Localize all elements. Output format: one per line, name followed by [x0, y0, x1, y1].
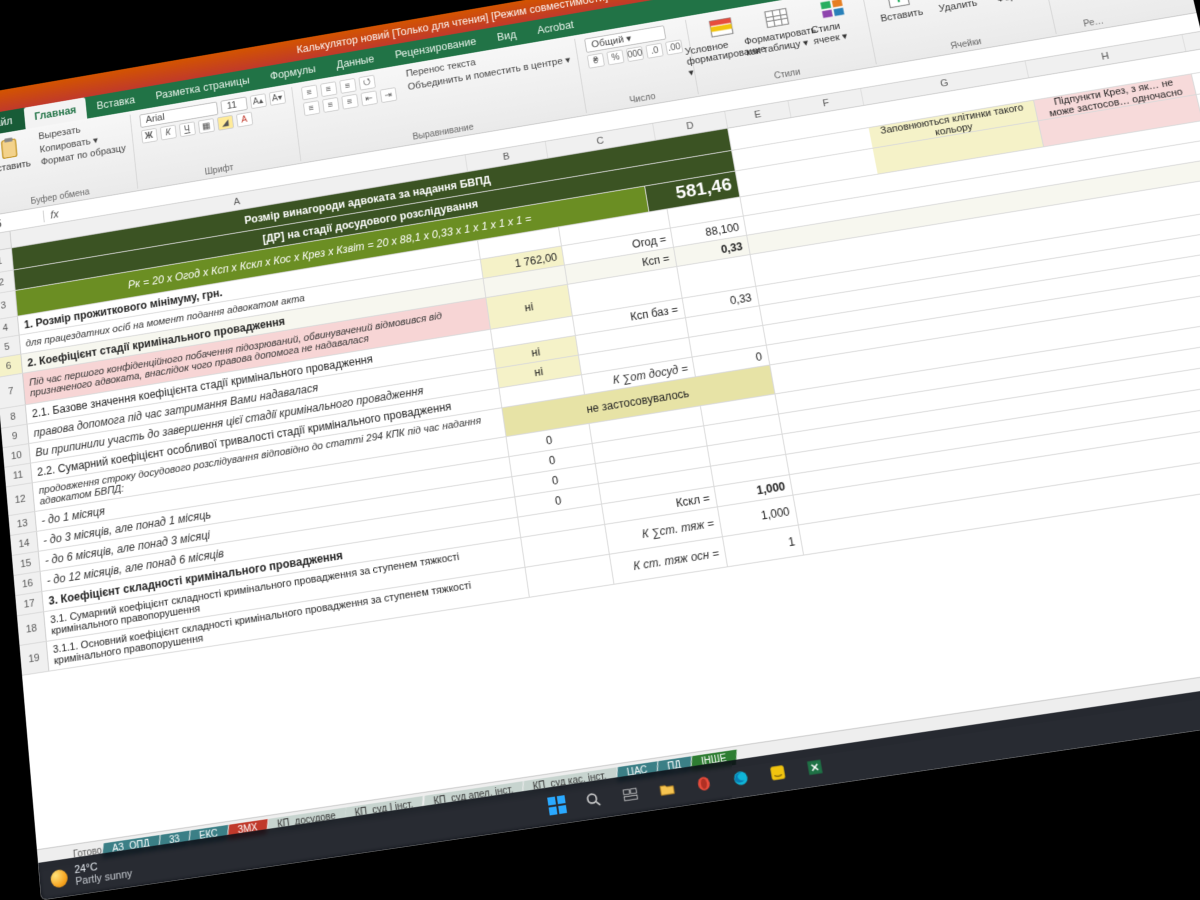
format-cells-button[interactable]: Формат	[983, 0, 1040, 6]
delete-cells-button[interactable]: Удалить	[927, 0, 983, 15]
indent-inc-icon[interactable]: ⇥	[379, 87, 397, 103]
cell-styles-label: Стили ячеек ▾	[811, 18, 864, 47]
format-table-label: Форматировать как таблицу ▾	[743, 25, 819, 58]
windows-icon	[547, 795, 566, 815]
row-head-18[interactable]: 18	[17, 612, 47, 645]
border-button[interactable]: ▦	[198, 118, 215, 134]
row-head-7[interactable]: 7	[0, 374, 26, 409]
orientation-icon[interactable]: ⭯	[358, 75, 375, 91]
fill-color-button[interactable]: ◢	[217, 115, 234, 131]
explorer-icon[interactable]	[650, 772, 684, 806]
insert-cells-label: Вставить	[880, 7, 924, 24]
increase-font-icon[interactable]: A▴	[249, 93, 266, 109]
format-cells-label: Формат	[996, 0, 1034, 5]
bold-button[interactable]: Ж	[141, 128, 158, 144]
cell-styles-button[interactable]: Стили ячеек ▾	[806, 0, 864, 47]
paste-icon	[0, 135, 22, 162]
align-mid-icon[interactable]: ≡	[320, 81, 337, 97]
paste-button[interactable]: Вставить	[0, 133, 34, 176]
underline-button[interactable]: Ч	[179, 121, 196, 137]
font-size-select[interactable]: 11	[220, 97, 248, 115]
align-right-icon[interactable]: ≡	[341, 94, 358, 110]
percent-icon[interactable]: %	[606, 49, 624, 65]
opera-icon[interactable]	[687, 767, 721, 801]
align-left-icon[interactable]: ≡	[303, 100, 320, 116]
indent-dec-icon[interactable]: ⇤	[360, 90, 378, 106]
cond-format-icon	[707, 14, 736, 42]
row-head-19[interactable]: 19	[20, 642, 50, 675]
fx-icon[interactable]: fx	[44, 207, 66, 222]
app-icon[interactable]	[761, 756, 795, 790]
insert-cells-button[interactable]: Вставить	[871, 0, 927, 25]
inc-dec-icon[interactable]: .0	[645, 43, 663, 59]
task-view-button[interactable]	[614, 778, 648, 812]
font-color-button[interactable]: A	[236, 112, 253, 128]
ribbon-group-number: Общий ▾ ₴ % 000 .0 .00 Число	[580, 20, 699, 112]
italic-button[interactable]: К	[160, 125, 177, 141]
dec-dec-icon[interactable]: .00	[665, 39, 683, 55]
format-table-icon	[762, 4, 791, 32]
start-button[interactable]	[541, 788, 574, 822]
format-table-button[interactable]: Форматировать как таблицу ▾	[750, 2, 807, 56]
align-bot-icon[interactable]: ≡	[339, 78, 356, 94]
align-top-icon[interactable]: ≡	[301, 85, 318, 101]
cell-styles-icon	[818, 0, 848, 22]
search-button[interactable]	[577, 783, 610, 817]
edge-icon[interactable]	[724, 761, 758, 795]
weather-icon	[50, 869, 68, 889]
delete-cells-label: Удалить	[938, 0, 978, 14]
excel-taskbar-icon[interactable]	[798, 750, 832, 784]
row-head-12[interactable]: 12	[6, 483, 35, 515]
taskbar-weather[interactable]: 24°C Partly sunny	[50, 856, 133, 892]
align-center-icon[interactable]: ≡	[322, 97, 339, 113]
currency-icon[interactable]: ₴	[587, 53, 605, 69]
decrease-font-icon[interactable]: A▾	[269, 90, 286, 106]
comma-icon[interactable]: 000	[626, 46, 644, 62]
